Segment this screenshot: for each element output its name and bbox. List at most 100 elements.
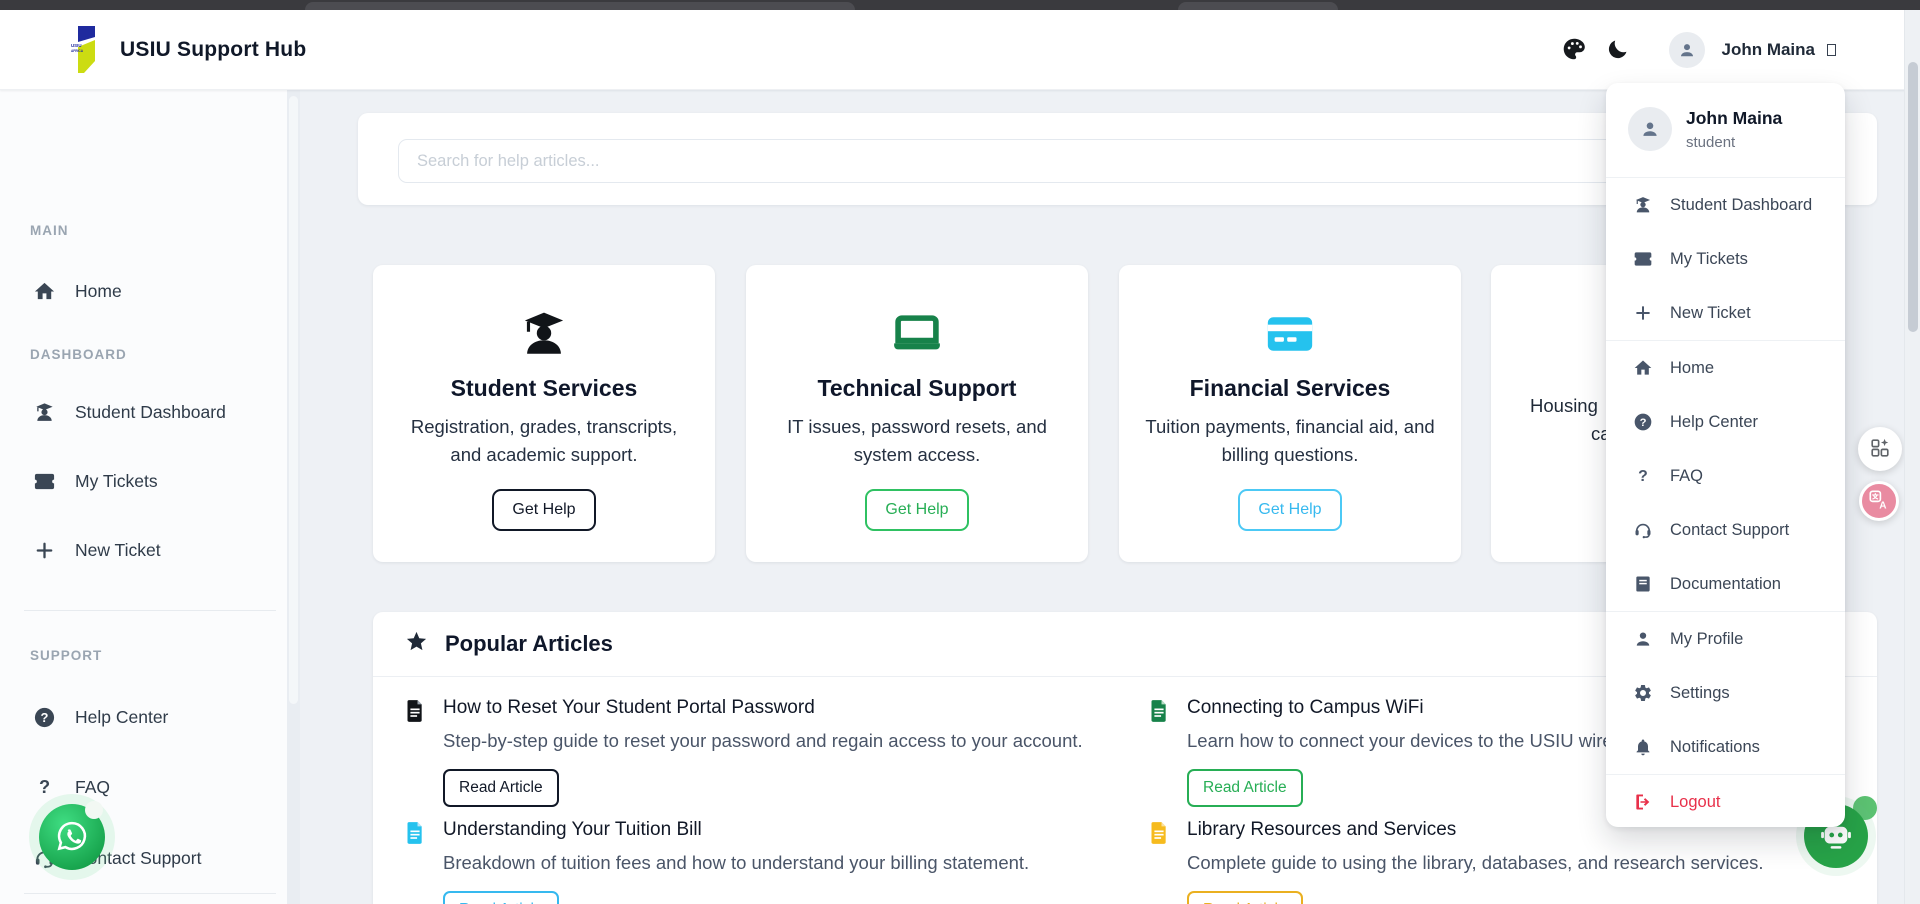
popular-articles-title: Popular Articles xyxy=(445,631,613,657)
app-header: USIU AFRICA USIU Support Hub John Maina xyxy=(0,10,1920,90)
star-icon xyxy=(405,630,428,658)
menu-item-student-dashboard[interactable]: Student Dashboard xyxy=(1606,178,1845,232)
sidebar-scrollbar[interactable] xyxy=(287,90,300,904)
plus-icon xyxy=(1633,303,1653,323)
translate-icon: A xyxy=(1868,489,1890,514)
sidebar-item-student-dashboard[interactable]: Student Dashboard xyxy=(0,389,286,435)
menu-item-contact-support[interactable]: Contact Support xyxy=(1606,503,1845,557)
sidebar-section-dashboard: DASHBOARD xyxy=(30,347,127,362)
sidebar-item-faq[interactable]: ? FAQ xyxy=(0,764,286,810)
graduate-icon xyxy=(32,401,56,424)
service-card-title: Financial Services xyxy=(1119,375,1461,402)
article-description: Step-by-step guide to reset your passwor… xyxy=(443,727,1083,755)
menu-item-label: Documentation xyxy=(1670,575,1781,594)
user-menu-trigger[interactable]: John Maina xyxy=(1669,32,1836,68)
service-card-financial-services: Financial Services Tuition payments, fin… xyxy=(1119,265,1461,562)
read-article-button[interactable]: Read Article xyxy=(443,769,559,807)
sidebar-scrollbar-thumb[interactable] xyxy=(289,96,298,704)
article-icon xyxy=(405,821,425,850)
sidebar-item-label: My Tickets xyxy=(75,471,158,492)
read-article-button[interactable]: Read Article xyxy=(443,891,559,904)
avatar xyxy=(1628,107,1672,151)
menu-item-new-ticket[interactable]: New Ticket xyxy=(1606,286,1845,340)
article-description: Breakdown of tuition fees and how to und… xyxy=(443,849,1029,877)
theme-palette-button[interactable] xyxy=(1559,35,1589,65)
menu-item-label: My Tickets xyxy=(1670,250,1748,269)
header-actions: John Maina xyxy=(1559,10,1836,90)
divider xyxy=(24,610,276,611)
menu-item-label: Settings xyxy=(1670,684,1730,703)
headset-icon xyxy=(1633,520,1653,540)
browser-tab[interactable] xyxy=(1178,2,1338,10)
sidebar-item-help-center[interactable]: ? Help Center xyxy=(0,694,286,740)
menu-item-documentation[interactable]: Documentation xyxy=(1606,557,1845,611)
get-help-button[interactable]: Get Help xyxy=(492,489,595,531)
question-icon: ? xyxy=(1633,466,1653,486)
service-card-student-services: Student Services Registration, grades, t… xyxy=(373,265,715,562)
user-name: John Maina xyxy=(1721,40,1815,60)
read-article-button[interactable]: Read Article xyxy=(1187,891,1303,904)
read-article-button[interactable]: Read Article xyxy=(1187,769,1303,807)
menu-item-label: Student Dashboard xyxy=(1670,196,1812,215)
service-card-description: Tuition payments, financial aid, and bil… xyxy=(1119,413,1461,469)
dark-mode-button[interactable] xyxy=(1603,35,1633,65)
menu-item-logout[interactable]: Logout xyxy=(1606,775,1845,827)
article-title: Understanding Your Tuition Bill xyxy=(443,819,1029,841)
sidebar-section-main: MAIN xyxy=(30,223,69,238)
palette-icon xyxy=(1561,36,1587,65)
menu-item-my-profile[interactable]: My Profile xyxy=(1606,612,1845,666)
avatar xyxy=(1669,32,1705,68)
menu-item-settings[interactable]: Settings xyxy=(1606,666,1845,720)
browser-tab[interactable] xyxy=(305,2,855,10)
svg-text:?: ? xyxy=(38,777,49,797)
menu-item-my-tickets[interactable]: My Tickets xyxy=(1606,232,1845,286)
article-title: How to Reset Your Student Portal Passwor… xyxy=(443,697,1083,719)
brand: USIU AFRICA USIU Support Hub xyxy=(70,25,306,75)
whatsapp-icon xyxy=(54,818,90,857)
menu-item-home[interactable]: Home xyxy=(1606,341,1845,395)
graduate-icon xyxy=(1633,195,1653,215)
menu-item-label: New Ticket xyxy=(1670,304,1751,323)
get-help-button[interactable]: Get Help xyxy=(865,489,968,531)
svg-text:?: ? xyxy=(1638,468,1648,485)
article-icon xyxy=(1149,699,1169,728)
grid-plus-icon xyxy=(1869,437,1891,462)
moon-icon xyxy=(1606,37,1630,64)
person-icon xyxy=(1633,629,1653,649)
extension-translate-button[interactable]: A xyxy=(1859,481,1899,521)
page-scrollbar[interactable] xyxy=(1904,10,1920,904)
menu-item-help-center[interactable]: ? Help Center xyxy=(1606,395,1845,449)
book-icon xyxy=(1633,574,1653,594)
missing-glyph-box xyxy=(1827,44,1836,56)
menu-item-label: Contact Support xyxy=(1670,521,1789,540)
ticket-icon xyxy=(32,470,56,493)
sidebar-item-label: Help Center xyxy=(75,707,168,728)
menu-item-notifications[interactable]: Notifications xyxy=(1606,720,1845,774)
ticket-icon xyxy=(1633,249,1653,269)
sidebar-item-label: Home xyxy=(75,281,122,302)
sidebar-item-home[interactable]: Home xyxy=(0,268,286,314)
credit-card-icon xyxy=(1119,305,1461,363)
sidebar-item-new-ticket[interactable]: New Ticket xyxy=(0,527,286,573)
menu-item-faq[interactable]: ? FAQ xyxy=(1606,449,1845,503)
service-card-description: IT issues, password resets, and system a… xyxy=(746,413,1088,469)
laptop-icon xyxy=(746,305,1088,363)
service-card-technical-support: Technical Support IT issues, password re… xyxy=(746,265,1088,562)
article-icon xyxy=(405,699,425,728)
extension-collections-button[interactable] xyxy=(1858,427,1902,471)
svg-text:?: ? xyxy=(1640,417,1647,429)
get-help-button[interactable]: Get Help xyxy=(1238,489,1341,531)
divider xyxy=(24,893,276,894)
user-menu-header: John Maina student xyxy=(1606,83,1845,177)
home-icon xyxy=(32,280,56,303)
usiu-logo: USIU AFRICA xyxy=(70,25,96,75)
gear-icon xyxy=(1633,683,1653,703)
page-scrollbar-thumb[interactable] xyxy=(1908,62,1918,332)
sidebar-item-my-tickets[interactable]: My Tickets xyxy=(0,458,286,504)
graduate-icon xyxy=(373,305,715,363)
menu-item-label: Notifications xyxy=(1670,738,1760,757)
menu-item-label: Logout xyxy=(1670,793,1720,812)
article-description: Complete guide to using the library, dat… xyxy=(1187,849,1764,877)
whatsapp-chat-button[interactable] xyxy=(39,804,105,870)
service-card-title: Technical Support xyxy=(746,375,1088,402)
